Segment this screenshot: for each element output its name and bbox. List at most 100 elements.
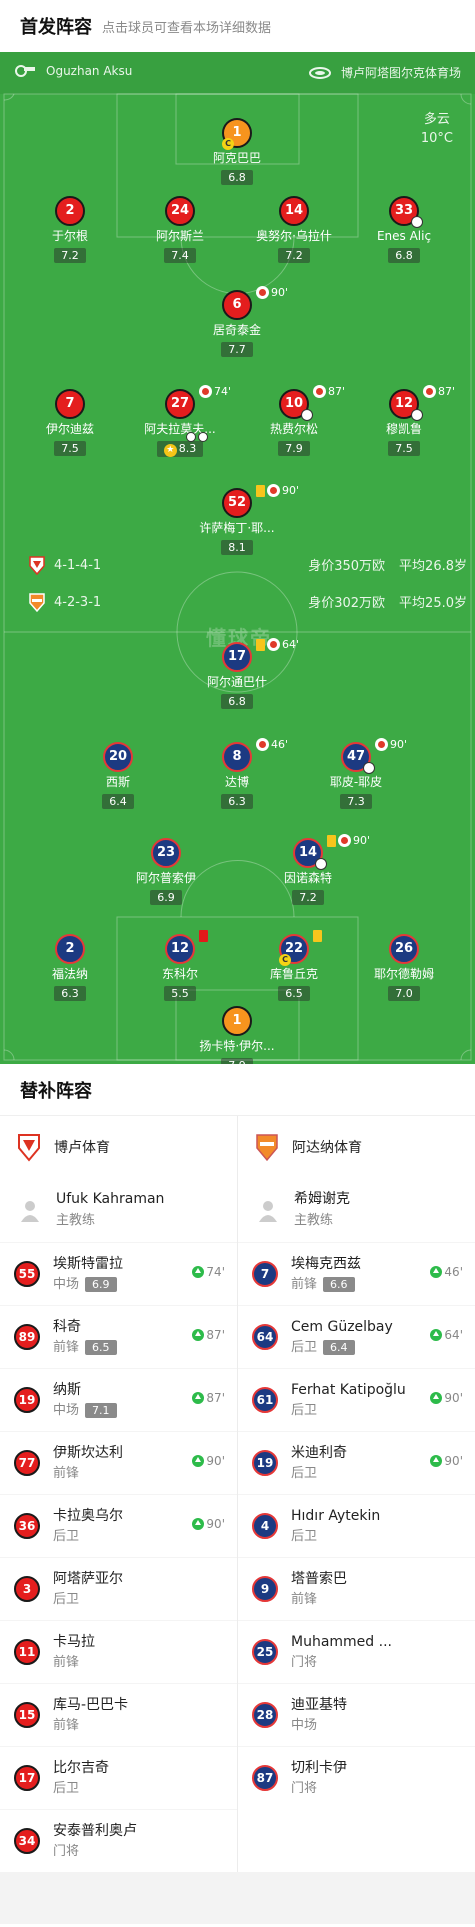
- sub-player-position: 前锋: [291, 1590, 347, 1610]
- goals: [185, 427, 209, 446]
- home-player[interactable]: 2 于尔根 7.2: [15, 196, 125, 263]
- home-player[interactable]: 7 伊尔迪兹 7.5: [15, 389, 125, 456]
- away-player[interactable]: 2 福法纳 6.3: [15, 934, 125, 1001]
- star-player-icon: ★: [163, 444, 177, 457]
- home-player[interactable]: 27 74' 阿夫拉莫夫... ★ 8.3: [125, 385, 235, 457]
- player-rating-value: 7.2: [299, 891, 317, 904]
- player-rating-value: 6.3: [228, 795, 246, 808]
- player-name: 奥努尔·乌拉什: [256, 229, 332, 243]
- sub-player-name: Ferhat Katipoğlu: [291, 1382, 406, 1398]
- away-player[interactable]: 20 西斯 6.4: [63, 742, 173, 809]
- page-footer-space: [0, 1872, 475, 1924]
- home-team-header[interactable]: 博卢体育: [0, 1116, 237, 1178]
- goal-ball-icon: [186, 432, 196, 442]
- home-player[interactable]: 1 C 阿克巴巴 6.8: [182, 118, 292, 185]
- sub-player-row[interactable]: 25 Muhammed ... 门将: [238, 1620, 475, 1683]
- player-name: 许萨梅丁·耶...: [199, 521, 275, 535]
- sub-player-row[interactable]: 3 阿塔萨亚尔 后卫: [0, 1557, 237, 1620]
- sub-player-row[interactable]: 87 切利卡伊 门将: [238, 1746, 475, 1809]
- position-text: 前锋: [291, 1592, 318, 1607]
- home-player[interactable]: 33 Enes Aliç 6.8: [349, 196, 459, 263]
- position-text: 门将: [291, 1781, 318, 1796]
- player-number-badge: 52: [222, 488, 252, 518]
- player-name: 伊尔迪兹: [45, 422, 94, 436]
- sub-player-row[interactable]: 77 伊斯坎达利 前锋 90': [0, 1431, 237, 1494]
- sub-player-position: 后卫 6.4: [291, 1338, 393, 1358]
- player-rating-value: 7.5: [395, 442, 413, 455]
- sub-player-name: Muhammed ...: [291, 1634, 392, 1650]
- away-player[interactable]: 22 C 库鲁丘克 6.5: [239, 930, 349, 1001]
- away-player[interactable]: 23 阿尔普索伊 6.9: [111, 838, 221, 905]
- player-number-badge: 61: [252, 1387, 278, 1413]
- position-text: 前锋: [53, 1718, 80, 1733]
- sub-player-row[interactable]: 17 比尔吉奇 后卫: [0, 1746, 237, 1809]
- sub-player-row[interactable]: 89 科奇 前锋 6.5 87': [0, 1305, 237, 1368]
- home-player[interactable]: 10 87' 热费尔松 7.9: [239, 385, 349, 456]
- ball-icon: [411, 216, 423, 228]
- player-number: 7: [65, 396, 75, 411]
- home-player[interactable]: 14 奥努尔·乌拉什 7.2: [239, 196, 349, 263]
- player-rating-value: 6.5: [285, 987, 303, 1000]
- position-text: 前锋: [53, 1655, 80, 1670]
- sub-player-row[interactable]: 19 纳斯 中场 7.1 87': [0, 1368, 237, 1431]
- sub-player-row[interactable]: 64 Cem Güzelbay 后卫 6.4 64': [238, 1305, 475, 1368]
- sub-player-row[interactable]: 4 Hıdır Aytekin 后卫: [238, 1494, 475, 1557]
- sub-in-arrow-icon: [192, 1455, 205, 1467]
- player-number-badge: 23: [151, 838, 181, 868]
- sub-player-row[interactable]: 61 Ferhat Katipoğlu 后卫 90': [238, 1368, 475, 1431]
- away-player[interactable]: 8 46' 达博 6.3: [182, 738, 292, 809]
- away-formation: 4-2-3-1: [28, 592, 101, 612]
- venue: 博卢阿塔图尔克体育场: [308, 64, 461, 81]
- player-number-badge: 25: [252, 1639, 278, 1665]
- player-events: 87': [423, 385, 455, 398]
- player-number: 2: [65, 203, 75, 218]
- home-player[interactable]: 24 阿尔斯兰 7.4: [125, 196, 235, 263]
- away-player[interactable]: 14 90' 因诺森特 7.2: [253, 834, 370, 905]
- sub-player-rating: 7.1: [85, 1403, 117, 1418]
- away-coach-row[interactable]: 希姆谢克 主教练: [238, 1178, 475, 1242]
- away-player[interactable]: 47 90' 耶皮-耶皮 7.3: [301, 738, 411, 809]
- sub-in-minute: 46': [444, 1265, 463, 1279]
- away-player[interactable]: 12 东科尔 5.5: [125, 930, 235, 1001]
- sub-player-row[interactable]: 15 库马-巴巴卡 前锋: [0, 1683, 237, 1746]
- player-rating-value: 8.1: [228, 541, 246, 554]
- away-player[interactable]: 1 扬卡特·伊尔... 7.9: [182, 1006, 292, 1064]
- player-rating: 7.2: [278, 248, 310, 263]
- sub-player-row[interactable]: 9 塔普索巴 前锋: [238, 1557, 475, 1620]
- player-number-badge: 12: [165, 934, 195, 964]
- away-player[interactable]: 17 64' 阿尔通巴什 6.8: [182, 638, 299, 709]
- away-formation-text: 4-2-3-1: [54, 594, 102, 610]
- home-age: 平均26.8岁: [399, 559, 467, 574]
- sub-player-row[interactable]: 19 米迪利奇 后卫 90': [238, 1431, 475, 1494]
- sub-player-row[interactable]: 55 埃斯特雷拉 中场 6.9 74': [0, 1242, 237, 1305]
- sub-player-name: 埃梅克西兹: [291, 1256, 361, 1272]
- yellow-card-icon: [256, 484, 265, 497]
- sub-player-row[interactable]: 28 迪亚基特 中场: [238, 1683, 475, 1746]
- sub-player-row[interactable]: 11 卡马拉 前锋: [0, 1620, 237, 1683]
- player-rating-value: 7.9: [285, 442, 303, 455]
- away-team-header[interactable]: 阿达纳体育: [238, 1116, 475, 1178]
- home-player[interactable]: 6 90' 居奇泰金 7.7: [182, 286, 292, 357]
- player-number: 20: [108, 749, 128, 764]
- home-player[interactable]: 12 87' 穆凯鲁 7.5: [349, 385, 459, 456]
- player-rating: 6.4: [102, 794, 134, 809]
- home-coach-row[interactable]: Ufuk Kahraman 主教练: [0, 1178, 237, 1242]
- sub-in-minute: 90': [444, 1391, 463, 1405]
- home-player[interactable]: 52 90' 许萨梅丁·耶... 8.1: [182, 484, 299, 555]
- home-coach[interactable]: Oguzhan Aksu: [14, 64, 132, 78]
- away-team-name: 阿达纳体育: [292, 1140, 362, 1156]
- player-name: Enes Aliç: [376, 229, 432, 243]
- player-number-badge: 1C: [222, 118, 252, 150]
- sub-player-row[interactable]: 34 安泰普利奥卢 门将: [0, 1809, 237, 1872]
- sub-player-position: 前锋: [53, 1716, 128, 1736]
- player-name: 库鲁丘克: [269, 967, 318, 981]
- player-name: 耶尔德勒姆: [373, 967, 434, 981]
- player-number: 27: [170, 396, 190, 411]
- away-sub-list: 7 埃梅克西兹 前锋 6.6 46' 64 Cem Güzelbay 后卫 6.4 64' 61 Fe…: [238, 1242, 475, 1809]
- sub-player-row[interactable]: 36 卡拉奥乌尔 后卫 90': [0, 1494, 237, 1557]
- away-player[interactable]: 26 耶尔德勒姆 7.0: [349, 934, 459, 1001]
- sub-in-arrow-icon: [430, 1392, 443, 1404]
- sub-in-time: 74': [192, 1265, 225, 1279]
- sub-player-row[interactable]: 7 埃梅克西兹 前锋 6.6 46': [238, 1242, 475, 1305]
- ball-icon: [363, 762, 375, 774]
